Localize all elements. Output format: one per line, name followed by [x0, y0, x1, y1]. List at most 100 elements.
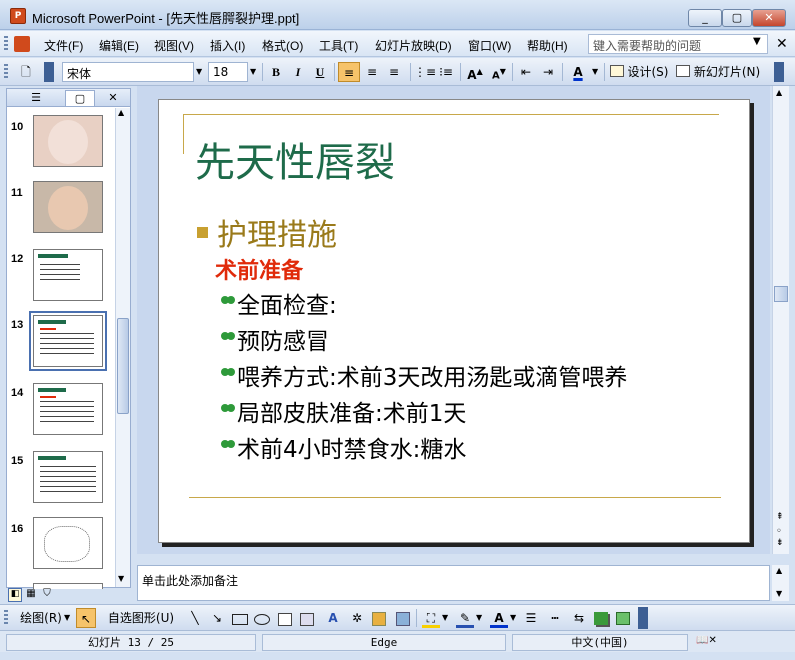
- help-dropdown-icon[interactable]: ▼: [753, 36, 761, 47]
- font-name-select[interactable]: 宋体: [62, 62, 194, 82]
- slide-thumbnail-15[interactable]: [33, 451, 103, 503]
- oval-tool-icon[interactable]: [254, 614, 270, 625]
- normal-view-icon[interactable]: ◧: [8, 588, 22, 602]
- toolbar-grip-icon[interactable]: [4, 64, 8, 80]
- document-icon[interactable]: [14, 36, 30, 52]
- menu-tools[interactable]: 工具(T): [319, 37, 358, 54]
- dash-style-icon[interactable]: ┅: [546, 608, 564, 628]
- italic-button[interactable]: I: [288, 62, 308, 82]
- menu-insert[interactable]: 插入(I): [210, 37, 245, 54]
- draw-menu-button[interactable]: 绘图(R): [12, 608, 70, 628]
- menu-format[interactable]: 格式(O): [262, 37, 303, 54]
- help-search-input[interactable]: 键入需要帮助的问题: [588, 34, 768, 54]
- textbox-tool-icon[interactable]: [278, 613, 292, 626]
- select-pointer-icon[interactable]: ↖: [76, 608, 96, 628]
- slide-thumbnail-10[interactable]: [33, 115, 103, 167]
- design-button[interactable]: 设计(S): [626, 62, 670, 82]
- decrease-font-icon[interactable]: A▼: [488, 62, 510, 82]
- drawing-font-color-icon[interactable]: A: [490, 608, 508, 628]
- align-left-icon[interactable]: ≡: [338, 62, 360, 82]
- close-document-icon[interactable]: ✕: [776, 36, 788, 52]
- design-icon[interactable]: [610, 65, 624, 77]
- new-slide-icon[interactable]: [676, 65, 690, 77]
- powerpoint-app-icon[interactable]: P: [10, 8, 26, 24]
- bold-button[interactable]: B: [266, 62, 286, 82]
- increase-indent-icon[interactable]: ⇥: [538, 62, 558, 82]
- arrow-style-icon[interactable]: ⇆: [570, 608, 588, 628]
- rectangle-tool-icon[interactable]: [232, 614, 248, 625]
- menu-window[interactable]: 窗口(W): [468, 37, 511, 54]
- bullets-icon[interactable]: ⁝≡: [436, 62, 456, 82]
- bullet-item[interactable]: 喂养方式:术前3天改用汤匙或滴管喂养: [237, 358, 627, 392]
- font-name-dropdown-icon[interactable]: ▼: [196, 67, 202, 76]
- picture-icon[interactable]: [396, 612, 410, 626]
- scroll-up-icon[interactable]: ▲: [776, 566, 782, 575]
- menubar-grip-icon[interactable]: [4, 36, 8, 52]
- font-color-dropdown-icon[interactable]: ▼: [592, 67, 598, 76]
- line-style-icon[interactable]: ☰: [522, 608, 540, 628]
- scroll-thumb[interactable]: [117, 318, 129, 414]
- slide-thumbnail-13-selected[interactable]: [29, 311, 107, 371]
- autoshapes-button[interactable]: 自选图形(U): [104, 608, 178, 628]
- menu-help[interactable]: 帮助(H): [527, 37, 568, 54]
- next-slide-icon[interactable]: ⇟: [776, 538, 784, 548]
- vertical-textbox-icon[interactable]: [300, 613, 314, 626]
- notes-pane[interactable]: 单击此处添加备注: [137, 565, 770, 601]
- fill-color-icon[interactable]: ⛶: [422, 608, 440, 628]
- close-window-button[interactable]: ✕: [752, 9, 786, 27]
- minimize-button[interactable]: _: [688, 9, 722, 27]
- slide-sorter-view-icon[interactable]: ▦: [24, 588, 38, 602]
- menu-view[interactable]: 视图(V): [154, 37, 194, 54]
- diagram-icon[interactable]: ✲: [348, 608, 366, 628]
- previous-slide-icon[interactable]: ⇞: [776, 512, 784, 522]
- scroll-up-icon[interactable]: ▲: [118, 108, 124, 117]
- close-pane-icon[interactable]: ✕: [103, 90, 123, 106]
- menu-slideshow[interactable]: 幻灯片放映(D): [375, 37, 452, 54]
- slide-thumbnail-11[interactable]: [33, 181, 103, 233]
- 3d-style-icon[interactable]: [616, 612, 630, 625]
- scroll-thumb[interactable]: [774, 286, 788, 302]
- shadow-style-icon[interactable]: [594, 612, 608, 625]
- slideshow-view-icon[interactable]: ⛉: [40, 588, 54, 602]
- toolbar-options-icon[interactable]: [44, 62, 54, 82]
- level2-heading[interactable]: 术前准备: [215, 253, 303, 285]
- scroll-down-icon[interactable]: ▼: [776, 589, 782, 598]
- spelling-status-icon[interactable]: 📖✕: [696, 635, 718, 649]
- new-document-icon[interactable]: 🗋: [14, 62, 38, 82]
- select-object-icon[interactable]: ◦: [776, 526, 782, 537]
- menu-file[interactable]: 文件(F): [44, 37, 83, 54]
- drawing-font-color-dropdown-icon[interactable]: ▼: [510, 613, 516, 622]
- maximize-button[interactable]: ▢: [722, 9, 752, 27]
- slides-tab-icon[interactable]: ▢: [65, 90, 95, 106]
- level1-heading[interactable]: 护理措施: [217, 210, 337, 254]
- bullet-item[interactable]: 全面检查:: [237, 286, 337, 320]
- slide-thumbnail-16[interactable]: [33, 517, 103, 569]
- scroll-down-icon[interactable]: ▼: [118, 574, 124, 583]
- scroll-up-icon[interactable]: ▲: [776, 88, 782, 97]
- outline-tab-icon[interactable]: ☰: [21, 90, 51, 106]
- bullet-item[interactable]: 预防感冒: [237, 322, 329, 356]
- toolbar-grip-icon[interactable]: [4, 610, 8, 626]
- slide-thumbnail-14[interactable]: [33, 383, 103, 435]
- line-tool-icon[interactable]: ╲: [186, 608, 204, 628]
- thumbnails-scrollbar[interactable]: ▲ ▼: [115, 108, 130, 587]
- slide-canvas[interactable]: 先天性唇裂 护理措施 术前准备 全面检查: 预防感冒 喂养方式:术前3天改用汤匙…: [158, 99, 750, 543]
- notes-scrollbar[interactable]: ▲ ▼: [772, 565, 789, 601]
- wordart-icon[interactable]: A: [324, 608, 342, 628]
- bullet-item[interactable]: 术前4小时禁食水:糖水: [237, 430, 466, 464]
- slide-thumbnail-12[interactable]: [33, 249, 103, 301]
- draw-dropdown-icon[interactable]: ▼: [64, 613, 70, 622]
- fill-color-dropdown-icon[interactable]: ▼: [442, 613, 448, 622]
- arrow-tool-icon[interactable]: ↘: [208, 608, 226, 628]
- increase-font-icon[interactable]: A▲: [464, 62, 486, 82]
- line-color-icon[interactable]: ✎: [456, 608, 474, 628]
- clipart-icon[interactable]: [372, 612, 386, 626]
- font-size-dropdown-icon[interactable]: ▼: [250, 67, 256, 76]
- font-size-select[interactable]: 18: [208, 62, 248, 82]
- numbering-icon[interactable]: ⋮≡: [414, 62, 436, 82]
- slide-scrollbar[interactable]: ▲ ⇞ ◦ ⇟: [772, 86, 789, 554]
- bullet-item[interactable]: 局部皮肤准备:术前1天: [237, 394, 466, 428]
- toolbar-options-icon[interactable]: [774, 62, 784, 82]
- menu-edit[interactable]: 编辑(E): [99, 37, 139, 54]
- slide-title[interactable]: 先天性唇裂: [195, 130, 395, 188]
